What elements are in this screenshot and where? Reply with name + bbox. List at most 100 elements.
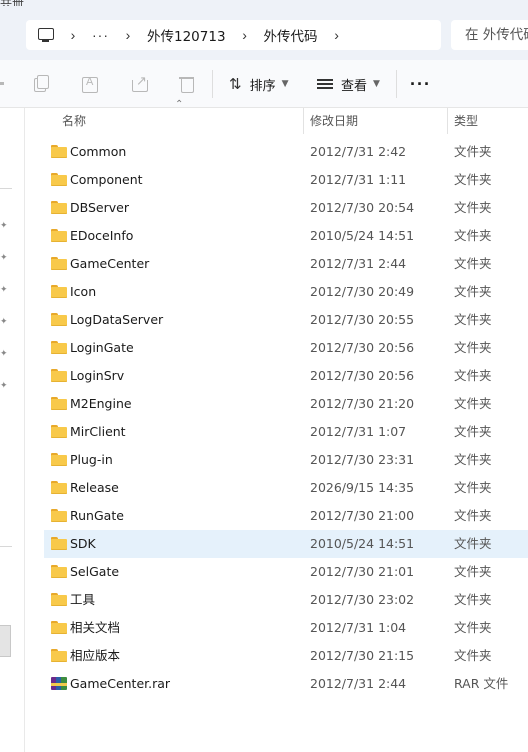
file-modified: 2012/7/30 20:55 [310, 312, 415, 327]
column-separator[interactable] [447, 108, 448, 134]
file-name: 相应版本 [70, 648, 121, 663]
file-row[interactable]: LoginSrv 2012/7/30 20:56 文件夹 [44, 362, 528, 390]
file-modified: 2012/7/31 1:11 [310, 172, 407, 187]
breadcrumb-item-current[interactable]: 外传代码 [264, 25, 318, 45]
folder-icon [51, 649, 67, 662]
file-name: Icon [70, 284, 97, 299]
file-row[interactable]: M2Engine 2012/7/30 21:20 文件夹 [44, 390, 528, 418]
copy-icon[interactable] [30, 74, 50, 94]
file-row-selected[interactable]: SDK 2010/5/24 14:51 文件夹 [44, 530, 528, 558]
file-row[interactable]: Component 2012/7/31 1:11 文件夹 [44, 166, 528, 194]
file-name: DBServer [70, 200, 129, 215]
share-icon[interactable] [130, 73, 150, 94]
file-type: 文件夹 [454, 284, 492, 299]
nav-scrollbar-thumb[interactable] [0, 625, 11, 657]
rename-icon[interactable] [80, 74, 100, 94]
file-row[interactable]: Common 2012/7/31 2:42 文件夹 [44, 138, 528, 166]
file-modified: 2012/7/30 21:20 [310, 396, 415, 411]
chevron-right-icon[interactable]: › [68, 27, 78, 43]
file-modified: 2012/7/30 20:56 [310, 340, 415, 355]
pin-icon[interactable]: ✦ [0, 317, 8, 326]
file-row[interactable]: GameCenter 2012/7/31 2:44 文件夹 [44, 250, 528, 278]
sort-button[interactable]: ⇅ 排序 ▼ [229, 72, 289, 96]
file-row[interactable]: EDoceInfo 2010/5/24 14:51 文件夹 [44, 222, 528, 250]
file-type: 文件夹 [454, 368, 492, 383]
delete-icon[interactable] [177, 74, 197, 94]
chevron-right-icon[interactable]: › [332, 27, 342, 43]
file-row[interactable]: 工具 2012/7/30 23:02 文件夹 [44, 586, 528, 614]
file-name: LoginSrv [70, 368, 125, 383]
file-modified: 2010/5/24 14:51 [310, 536, 415, 551]
column-header-type[interactable]: 类型 [454, 108, 478, 134]
file-row[interactable]: LoginGate 2012/7/30 20:56 文件夹 [44, 334, 528, 362]
file-name: 相关文档 [70, 620, 121, 635]
file-name: LogDataServer [70, 312, 164, 327]
nav-divider [0, 546, 12, 547]
column-header-modified[interactable]: 修改日期 [310, 108, 358, 134]
file-row[interactable]: DBServer 2012/7/30 20:54 文件夹 [44, 194, 528, 222]
file-modified: 2012/7/31 2:42 [310, 144, 407, 159]
file-row[interactable]: 相应版本 2012/7/30 21:15 文件夹 [44, 642, 528, 670]
search-input[interactable]: 在 外传代码 中搜索 [451, 20, 528, 50]
file-row[interactable]: SelGate 2012/7/30 21:01 文件夹 [44, 558, 528, 586]
breadcrumb-item[interactable]: 外传120713 [147, 25, 226, 45]
view-label: 查看 [341, 78, 368, 94]
file-type: 文件夹 [454, 480, 492, 495]
file-row[interactable]: Icon 2012/7/30 20:49 文件夹 [44, 278, 528, 306]
toolbar-divider [212, 70, 213, 98]
folder-icon [51, 509, 67, 522]
file-type: RAR 文件 [454, 676, 509, 691]
file-name: EDoceInfo [70, 228, 134, 243]
more-options-button[interactable]: ··· [410, 74, 431, 95]
folder-icon [51, 593, 67, 606]
file-modified: 2012/7/31 1:07 [310, 424, 407, 439]
pin-icon[interactable]: ✦ [0, 221, 8, 230]
sort-icon: ⇅ [229, 75, 242, 93]
file-row[interactable]: 相关文档 2012/7/31 1:04 文件夹 [44, 614, 528, 642]
file-row[interactable]: GameCenter.rar 2012/7/31 2:44 RAR 文件 [44, 670, 528, 698]
file-name: RunGate [70, 508, 124, 523]
file-row[interactable]: Plug-in 2012/7/30 23:31 文件夹 [44, 446, 528, 474]
chevron-right-icon[interactable]: › [240, 27, 250, 43]
file-type: 文件夹 [454, 536, 492, 551]
pin-icon[interactable]: ✦ [0, 285, 8, 294]
folder-icon [51, 453, 67, 466]
file-name: Release [70, 480, 119, 495]
folder-icon [51, 369, 67, 382]
pin-icon[interactable]: ✦ [0, 349, 8, 358]
address-bar[interactable]: › ··· › 外传120713 › 外传代码 › [26, 20, 441, 50]
file-row[interactable]: RunGate 2012/7/30 21:00 文件夹 [44, 502, 528, 530]
view-button[interactable]: 查看 ▼ [317, 72, 380, 96]
file-type: 文件夹 [454, 172, 492, 187]
pin-icon[interactable]: ✦ [0, 253, 8, 262]
folder-icon [51, 229, 67, 242]
toolbar-divider [396, 70, 397, 98]
file-modified: 2012/7/30 20:49 [310, 284, 415, 299]
file-type: 文件夹 [454, 592, 492, 607]
file-row[interactable]: MirClient 2012/7/31 1:07 文件夹 [44, 418, 528, 446]
file-type: 文件夹 [454, 424, 492, 439]
file-type: 文件夹 [454, 340, 492, 355]
pane-divider[interactable] [24, 108, 25, 752]
file-name: 工具 [70, 592, 96, 607]
file-modified: 2012/7/30 23:02 [310, 592, 415, 607]
file-name: GameCenter.rar [70, 676, 171, 691]
breadcrumb-overflow-button[interactable]: ··· [92, 27, 109, 43]
folder-icon [51, 397, 67, 410]
this-pc-icon[interactable] [38, 28, 54, 42]
cut-icon[interactable] [0, 82, 4, 85]
file-type: 文件夹 [454, 144, 492, 159]
file-modified: 2012/7/30 20:56 [310, 368, 415, 383]
folder-icon [51, 425, 67, 438]
chevron-right-icon[interactable]: › [123, 27, 133, 43]
column-header-name[interactable]: 名称 [62, 108, 86, 134]
file-row[interactable]: LogDataServer 2012/7/30 20:55 文件夹 [44, 306, 528, 334]
file-type: 文件夹 [454, 396, 492, 411]
column-separator[interactable] [303, 108, 304, 134]
pin-icon[interactable]: ✦ [0, 381, 8, 390]
file-modified: 2012/7/31 1:04 [310, 620, 407, 635]
folder-icon [51, 201, 67, 214]
file-modified: 2010/5/24 14:51 [310, 228, 415, 243]
chevron-down-icon: ▼ [373, 79, 380, 89]
file-row[interactable]: Release 2026/9/15 14:35 文件夹 [44, 474, 528, 502]
